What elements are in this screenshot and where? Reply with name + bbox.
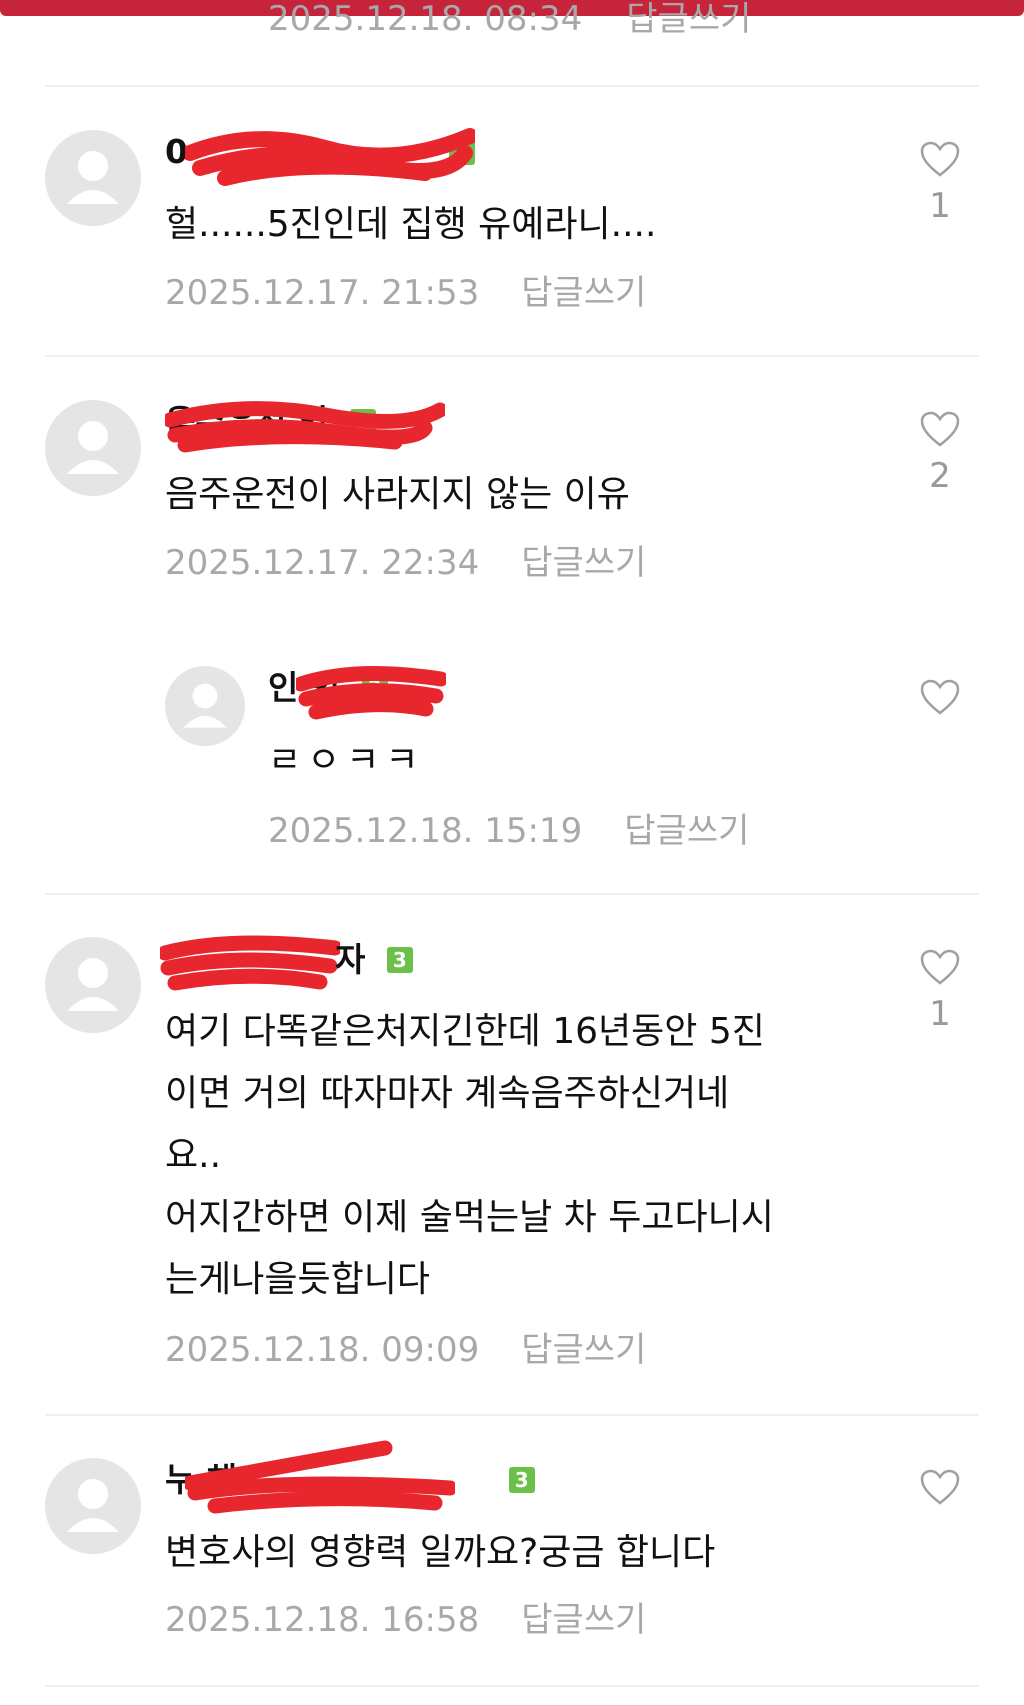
- comment-timestamp: 2025.12.18. 08:34: [268, 2, 583, 36]
- like-button[interactable]: 1: [910, 948, 970, 1034]
- user-silhouette-icon: [183, 683, 227, 728]
- reply-button[interactable]: 답글쓰기: [521, 273, 646, 313]
- heart-icon: [920, 949, 960, 985]
- comment-meta: 2025.12.17. 22:34 답글쓰기: [165, 543, 646, 583]
- user-silhouette-icon: [67, 421, 119, 474]
- avatar[interactable]: [165, 666, 245, 746]
- divider: [45, 85, 979, 87]
- reply-button[interactable]: 답글쓰기: [521, 1330, 646, 1370]
- comment-nickname[interactable]: 인 인 3: [268, 666, 446, 720]
- nickname-text: 누 해: [165, 1460, 238, 1499]
- comment-timestamp: 2025.12.18. 09:09: [165, 1330, 480, 1370]
- comment-text: 음주운전이 사라지지 않는 이유: [165, 474, 630, 515]
- heart-icon: [920, 141, 960, 177]
- like-count: 2: [929, 456, 951, 496]
- previous-comment-meta: 2025.12.18. 08:34 답글쓰기: [268, 2, 751, 36]
- level-badge: 3: [349, 409, 376, 435]
- avatar[interactable]: [45, 1458, 141, 1554]
- comment-timestamp: 2025.12.17. 22:34: [165, 543, 480, 583]
- comment-nickname[interactable]: 자 3: [160, 935, 413, 991]
- comment-timestamp: 2025.12.17. 21:53: [165, 273, 480, 313]
- comment-nickname[interactable]: 음주운전 인 3: [165, 401, 445, 453]
- comment-text: 여기 다똑같은처지긴한데 16년동안 5진 이면 거의 따자마자 계속음주하신거…: [165, 1011, 774, 1300]
- user-silhouette-icon: [67, 958, 119, 1011]
- heart-icon: [920, 679, 960, 715]
- nickname-text: 인 인: [268, 668, 341, 707]
- reply-button[interactable]: 답글쓰기: [521, 543, 646, 583]
- level-badge: 3: [386, 947, 413, 973]
- nickname-text: 0: [165, 132, 188, 171]
- divider: [45, 1685, 979, 1687]
- divider: [45, 355, 979, 357]
- comment-meta: 2025.12.18. 16:58 답글쓰기: [165, 1600, 646, 1640]
- comment-nickname[interactable]: 누 해 3: [165, 1440, 535, 1514]
- comment-text: ㄹㅇㅋㅋ: [268, 740, 425, 781]
- redaction-scribble: [160, 935, 340, 991]
- user-silhouette-icon: [67, 1479, 119, 1532]
- comment-nickname[interactable]: 0 3: [165, 128, 476, 186]
- like-button[interactable]: [910, 678, 970, 724]
- like-button[interactable]: 2: [910, 410, 970, 496]
- avatar[interactable]: [45, 937, 141, 1033]
- level-badge: 3: [508, 1467, 535, 1493]
- comment-meta: 2025.12.18. 15:19 답글쓰기: [268, 811, 749, 851]
- comment-timestamp: 2025.12.18. 16:58: [165, 1600, 480, 1640]
- comment-meta: 2025.12.18. 09:09 답글쓰기: [165, 1330, 646, 1370]
- redaction-scribble: [185, 128, 475, 186]
- like-count: 1: [929, 994, 951, 1034]
- heart-icon: [920, 1469, 960, 1505]
- reply-button[interactable]: 답글쓰기: [626, 2, 751, 36]
- like-button[interactable]: [910, 1468, 970, 1514]
- comment-meta: 2025.12.17. 21:53 답글쓰기: [165, 273, 646, 313]
- avatar[interactable]: [45, 400, 141, 496]
- level-badge: 3: [361, 675, 388, 701]
- heart-icon: [920, 411, 960, 447]
- nickname-text: 음주운전 인: [165, 402, 329, 441]
- comment-text: 헐......5진인데 집행 유예라니....: [165, 204, 657, 245]
- reply-button[interactable]: 답글쓰기: [521, 1600, 646, 1640]
- user-silhouette-icon: [67, 151, 119, 204]
- like-count: 1: [929, 186, 951, 226]
- divider: [45, 893, 979, 895]
- comment-text: 변호사의 영향력 일까요?궁금 합니다: [165, 1532, 716, 1573]
- level-badge: 3: [449, 139, 476, 165]
- reply-button[interactable]: 답글쓰기: [624, 811, 749, 851]
- like-button[interactable]: 1: [910, 140, 970, 226]
- avatar[interactable]: [45, 130, 141, 226]
- comment-timestamp: 2025.12.18. 15:19: [268, 811, 583, 851]
- divider: [45, 1414, 979, 1416]
- nickname-text: 자: [335, 940, 366, 979]
